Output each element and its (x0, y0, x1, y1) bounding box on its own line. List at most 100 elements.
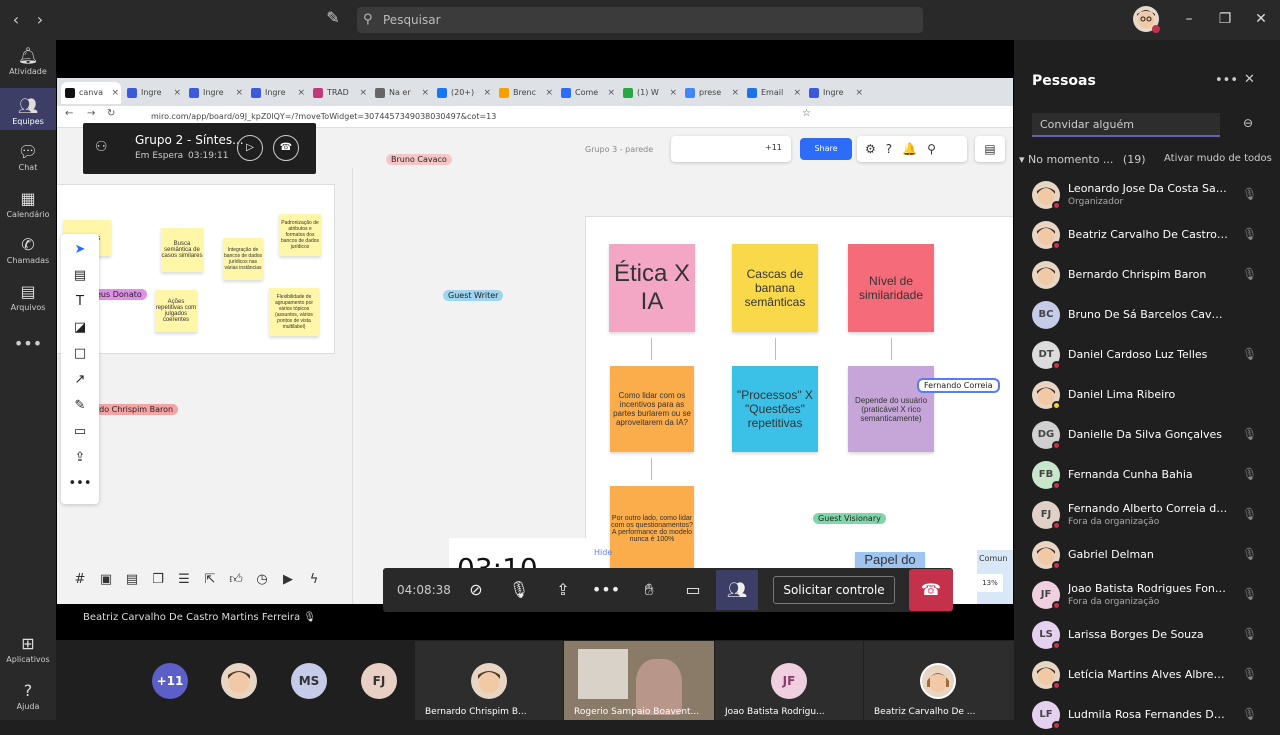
close-tab-icon[interactable]: × (669, 82, 677, 104)
browser-tab[interactable]: Ingre × (123, 82, 183, 104)
close-tab-icon[interactable]: × (359, 82, 367, 104)
sticky-note[interactable]: Flexibilidade de agrupamento por vários … (269, 288, 319, 336)
mic-off-icon[interactable]: 🎙︎ (1242, 707, 1257, 721)
more-tools-icon[interactable]: ••• (61, 476, 99, 491)
participant-row[interactable]: DT Daniel Cardoso Luz Telles 🎙︎ (1014, 335, 1280, 375)
mic-off-icon[interactable]: 🎙︎ (1242, 587, 1257, 601)
close-icon[interactable]: ✕ (1246, 8, 1276, 30)
browser-tab[interactable]: Ingre × (805, 82, 865, 104)
participant-row[interactable]: Beatriz Carvalho De Castro ... 🎙︎ (1014, 215, 1280, 255)
select-tool-icon[interactable]: ➤ (61, 242, 99, 257)
frame-icon[interactable]: # (70, 572, 90, 594)
invite-input[interactable]: Convidar alguém (1032, 113, 1220, 137)
browser-tab[interactable]: (20+) × (433, 82, 493, 104)
close-icon[interactable]: ✕ (1244, 72, 1255, 87)
participant-tile[interactable]: Bernardo Chrispim B... (415, 641, 563, 720)
browser-tab[interactable]: canva × (61, 82, 121, 104)
close-tab-icon[interactable]: × (297, 82, 305, 104)
comment-tool-icon[interactable]: ▭ (61, 424, 99, 439)
share-screen-icon[interactable]: ⇪ (545, 570, 581, 610)
present-icon[interactable]: ▣ (96, 572, 116, 594)
pen-tool-icon[interactable]: ✎ (61, 398, 99, 413)
participant-row[interactable]: LS Larissa Borges De Souza 🎙︎ (1014, 615, 1280, 655)
compose-icon[interactable]: ✎ (322, 8, 344, 30)
rail-activity[interactable]: 🔔︎ Atividade (0, 46, 56, 82)
browser-tab[interactable]: Ingre × (185, 82, 245, 104)
sticky-note[interactable]: Ética X IA (609, 244, 695, 332)
request-control-button[interactable]: Solicitar controle (773, 576, 895, 604)
mic-off-icon[interactable]: 🎙︎ (1242, 187, 1257, 201)
more-options-icon[interactable]: ••• (1215, 73, 1238, 88)
sticky-note[interactable]: Padronização de atributos e formatos dos… (279, 214, 321, 256)
sticky-note[interactable]: Ações repetitivas com julgados coerentes (155, 290, 197, 332)
close-tab-icon[interactable]: × (421, 82, 429, 104)
close-tab-icon[interactable]: × (731, 82, 739, 104)
minimize-icon[interactable]: – (1174, 8, 1204, 30)
rail-files[interactable]: ▤ Arquivos (0, 282, 56, 318)
browser-tab[interactable]: Email × (743, 82, 803, 104)
close-tab-icon[interactable]: × (793, 82, 801, 104)
shape-tool-icon[interactable]: □ (61, 346, 99, 361)
like-icon[interactable]: 👍︎ (226, 572, 246, 594)
participant-tile[interactable]: JF Joao Batista Rodrigu... (715, 641, 863, 720)
participant-row[interactable]: Letícia Martins Alves Albrecht 🎙︎ (1014, 655, 1280, 695)
sticky-note[interactable]: Por outro lado, como lidar com os questi… (610, 486, 694, 572)
miro-tools[interactable]: ⚙?🔔⚲ (857, 136, 967, 162)
arrow-tool-icon[interactable]: ↗ (61, 372, 99, 387)
rail-help[interactable]: ? Ajuda (0, 681, 56, 717)
upload-tool-icon[interactable]: ⇪ (61, 450, 99, 465)
forward-arrow-icon[interactable]: › (30, 10, 50, 30)
mic-off-icon[interactable]: 🎙︎ (1242, 427, 1257, 441)
participant-row[interactable]: DG Danielle Da Silva Gonçalves 🎙︎ (1014, 415, 1280, 455)
participant-row[interactable]: FB Fernanda Cunha Bahia 🎙︎ (1014, 455, 1280, 495)
mic-off-icon[interactable]: 🎙︎ (1242, 667, 1257, 681)
mute-all-button[interactable]: Ativar mudo de todos (1164, 153, 1272, 164)
forward-arrow-icon[interactable]: → (87, 108, 95, 119)
participants-icon[interactable]: 👥︎ (716, 570, 758, 610)
mic-off-icon[interactable]: 🎙︎ (1242, 467, 1257, 481)
mic-off-icon[interactable]: 🎙︎ (1242, 627, 1257, 641)
participant-row[interactable]: Daniel Lima Ribeiro (1014, 375, 1280, 415)
sticky-note[interactable]: "Processos" X "Questões" repetitivas (732, 366, 818, 452)
sticky-note[interactable]: Busca semântica de casos similares (161, 228, 203, 272)
hide-link[interactable]: Hide (594, 548, 612, 557)
power-icon[interactable]: ϟ (304, 572, 324, 594)
more-actions-icon[interactable]: ••• (588, 570, 624, 610)
participant-row[interactable]: LF Ludmila Rosa Fernandes Da ... 🎙︎ (1014, 695, 1280, 735)
rail-calls[interactable]: ✆ Chamadas (0, 235, 56, 271)
back-arrow-icon[interactable]: ← (65, 108, 73, 119)
browser-tab[interactable]: Brenc × (495, 82, 555, 104)
mic-off-icon[interactable]: 🎙︎ (1242, 507, 1257, 521)
browser-tab[interactable]: Ingre × (247, 82, 307, 104)
section-header[interactable]: ▾ No momento ... (19) (1019, 153, 1146, 166)
reload-icon[interactable]: ↻ (107, 108, 115, 119)
mic-off-icon[interactable]: 🎙︎ (501, 570, 537, 610)
list-icon[interactable]: ☰ (174, 572, 194, 594)
participant-tile[interactable]: Beatriz Carvalho De ... (864, 641, 1014, 720)
close-tab-icon[interactable]: × (173, 82, 181, 104)
leave-hold-button[interactable]: ☎ (273, 135, 299, 161)
participant-row[interactable]: BC Bruno De Sá Barcelos Cavaco (1014, 295, 1280, 335)
video-icon[interactable]: ▶ (278, 572, 298, 594)
mic-off-icon[interactable]: 🎙︎ (1242, 267, 1257, 281)
mic-off-icon[interactable]: 🎙︎ (1242, 547, 1257, 561)
text-tool-icon[interactable]: T (61, 294, 99, 309)
participant-video[interactable]: Rogerio Sampaio Boavent... (564, 641, 714, 720)
close-tab-icon[interactable]: × (607, 82, 615, 104)
participant-row[interactable]: Gabriel Delman 🎙︎ (1014, 535, 1280, 575)
more-participants[interactable]: +11 (152, 663, 188, 699)
close-tab-icon[interactable]: × (855, 82, 863, 104)
close-tab-icon[interactable]: × (235, 82, 243, 104)
sticky-note[interactable]: Nível de similaridade (848, 244, 934, 332)
mic-off-icon[interactable]: 🎙︎ (1242, 347, 1257, 361)
rail-teams[interactable]: 👥︎ Equipes (0, 88, 56, 130)
raise-hand-icon[interactable]: ✋︎ (631, 570, 667, 610)
browser-tab[interactable]: (1) W × (619, 82, 679, 104)
mic-off-icon[interactable]: 🎙︎ (1242, 227, 1257, 241)
participant-row[interactable]: Bernardo Chrispim Baron 🎙︎ (1014, 255, 1280, 295)
cards-icon[interactable]: ❐ (148, 572, 168, 594)
camera-off-icon[interactable]: ⊘ (458, 570, 494, 610)
close-tab-icon[interactable]: × (545, 82, 553, 104)
sticky-tool-icon[interactable]: ◪ (61, 320, 99, 335)
notes-icon[interactable]: ▤ (975, 136, 1005, 162)
